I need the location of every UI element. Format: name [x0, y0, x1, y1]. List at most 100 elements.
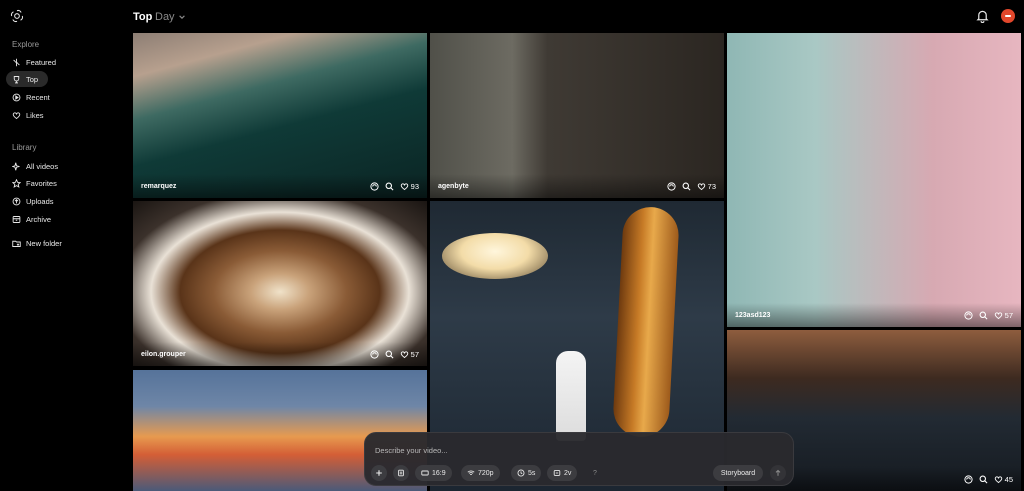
like-count: 57 [1004, 310, 1013, 320]
sidebar-item-uploads[interactable]: Uploads [6, 193, 96, 209]
library-section-title: Library [12, 143, 37, 152]
trophy-icon [13, 75, 20, 83]
archive-icon [12, 215, 21, 223]
heart-icon [697, 182, 705, 190]
video-tile[interactable]: 123asd123 57 [727, 33, 1021, 327]
storyboard-label: Storyboard [720, 469, 756, 477]
chef-figure [556, 351, 586, 441]
sparkle-icon [12, 162, 20, 170]
help-label: ? [593, 469, 597, 477]
help-button[interactable]: ? [587, 465, 603, 481]
duration-button[interactable]: 5s [511, 465, 542, 481]
search-icon[interactable] [385, 182, 394, 191]
search-icon[interactable] [979, 311, 988, 320]
sidebar-item-top[interactable]: Top [6, 71, 48, 87]
describe-video-input[interactable] [375, 443, 775, 457]
like-count: 45 [1004, 474, 1013, 484]
heart-icon [12, 111, 21, 119]
like-button[interactable]: 45 [994, 475, 1013, 484]
sidebar-item-label: Archive [26, 214, 52, 224]
like-button[interactable]: 57 [994, 311, 1013, 320]
tile-overlay: remarquez 93 [133, 174, 427, 198]
arrow-up-icon [775, 469, 781, 476]
tile-overlay: 123asd123 57 [727, 303, 1021, 327]
variations-label: 2v [564, 469, 572, 477]
like-count: 93 [410, 181, 419, 191]
presets-button[interactable] [393, 465, 409, 481]
explore-section-title: Explore [12, 40, 40, 49]
period-filter-label: Day [155, 11, 175, 23]
chevron-down-icon [178, 15, 185, 19]
sidebar-item-recent[interactable]: Recent [6, 89, 96, 105]
like-count: 73 [707, 181, 716, 191]
openai-logo-icon[interactable] [10, 9, 24, 23]
page-title: Top [133, 11, 153, 23]
like-count: 57 [410, 349, 419, 359]
sidebar-item-likes[interactable]: Likes [6, 107, 96, 123]
sidebar-item-new-folder[interactable]: New folder [6, 235, 96, 251]
tile-author[interactable]: remarquez [141, 183, 370, 190]
avatar[interactable] [1001, 9, 1015, 23]
tile-author[interactable]: agenbyte [438, 183, 667, 190]
tile-author[interactable]: eilon.grouper [141, 351, 370, 358]
search-icon[interactable] [979, 475, 988, 484]
video-tile[interactable]: eilon.grouper 57 [133, 201, 427, 366]
tile-overlay: agenbyte 73 [430, 174, 724, 198]
play-circle-icon [12, 93, 21, 101]
resolution-label: 720p [478, 469, 494, 477]
search-icon[interactable] [682, 182, 691, 191]
resolution-button[interactable]: 720p [461, 465, 500, 481]
heart-icon [400, 350, 408, 358]
sidebar: Explore Featured Top Recent Likes Librar… [0, 0, 128, 491]
tile-author[interactable]: 123asd123 [735, 312, 964, 319]
document-icon [398, 469, 404, 477]
period-filter-dropdown[interactable]: Day [155, 11, 186, 23]
sidebar-item-label: Recent [26, 92, 50, 102]
video-tile[interactable]: agenbyte 73 [430, 33, 724, 198]
duration-label: 5s [528, 469, 536, 477]
like-button[interactable]: 93 [400, 182, 419, 191]
folder-plus-icon [12, 240, 21, 247]
star-icon [12, 178, 21, 188]
remix-icon[interactable] [667, 181, 676, 191]
variations-icon [553, 470, 561, 476]
sidebar-item-all-videos[interactable]: All videos [6, 158, 96, 174]
like-button[interactable]: 57 [400, 350, 419, 359]
sidebar-item-featured[interactable]: Featured [6, 54, 96, 70]
resolution-icon [467, 470, 475, 476]
sidebar-item-favorites[interactable]: Favorites [6, 175, 96, 191]
video-prompt-composer: 16:9 720p 5s 2v ? Storyboard [364, 432, 794, 486]
remix-icon[interactable] [370, 349, 379, 359]
video-tile[interactable]: remarquez 93 [133, 33, 427, 198]
add-media-button[interactable] [371, 465, 387, 481]
sidebar-item-archive[interactable]: Archive [6, 211, 96, 227]
baguette-shape [612, 205, 680, 439]
plus-icon [376, 470, 382, 476]
heart-icon [994, 311, 1002, 319]
sidebar-item-label: All videos [26, 161, 59, 171]
clock-icon [517, 469, 525, 477]
sidebar-item-label: Featured [26, 57, 57, 67]
upload-icon [12, 197, 21, 205]
featured-icon [13, 58, 20, 66]
sidebar-item-label: Top [26, 74, 39, 84]
variations-button[interactable]: 2v [547, 465, 578, 481]
aspect-ratio-label: 16:9 [432, 469, 446, 477]
remix-icon[interactable] [964, 474, 973, 484]
storyboard-button[interactable]: Storyboard [713, 465, 763, 481]
lamp-light [442, 233, 548, 279]
tile-overlay: eilon.grouper 57 [133, 342, 427, 366]
sidebar-item-label: Uploads [26, 196, 54, 206]
remix-icon[interactable] [370, 181, 379, 191]
aspect-ratio-button[interactable]: 16:9 [415, 465, 452, 481]
like-button[interactable]: 73 [697, 182, 716, 191]
notifications-bell-icon[interactable] [976, 9, 989, 23]
submit-button[interactable] [770, 465, 786, 481]
sidebar-item-label: Favorites [26, 178, 57, 188]
aspect-ratio-icon [421, 470, 429, 476]
sidebar-item-label: New folder [26, 238, 62, 248]
remix-icon[interactable] [964, 310, 973, 320]
search-icon[interactable] [385, 350, 394, 359]
heart-icon [400, 182, 408, 190]
sidebar-item-label: Likes [26, 110, 44, 120]
